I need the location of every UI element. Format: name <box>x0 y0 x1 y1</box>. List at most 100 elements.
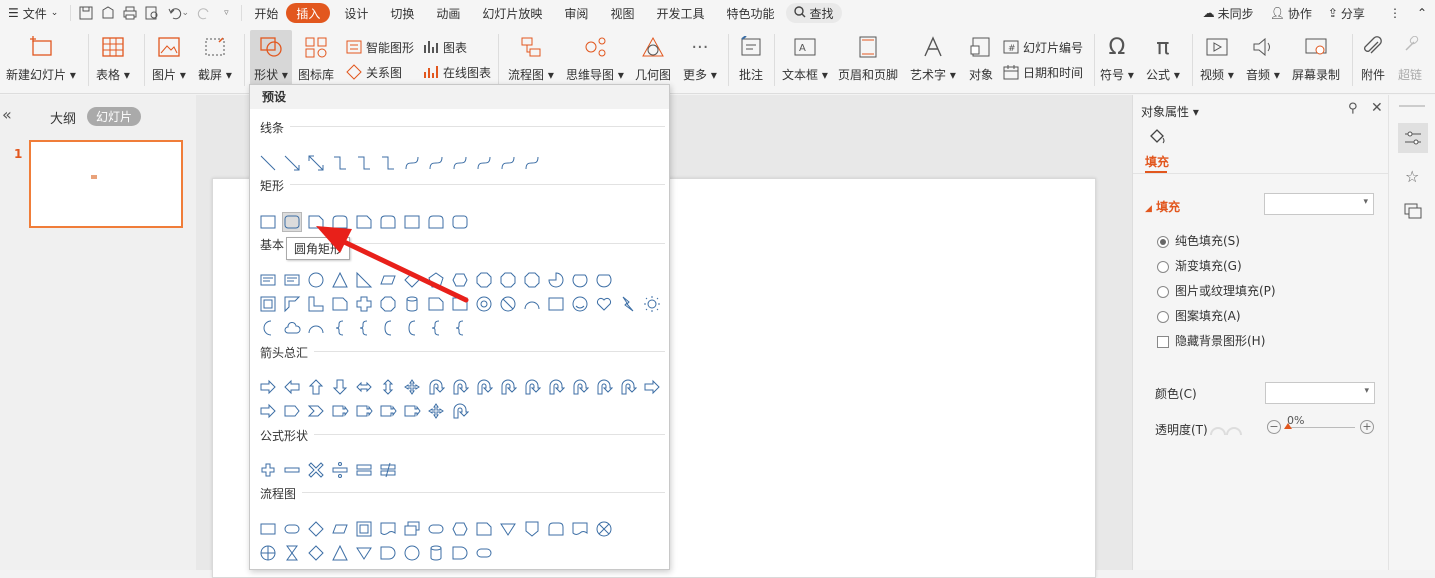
shape-callout-icon[interactable] <box>354 401 374 421</box>
transparency-increase[interactable]: + <box>1360 420 1374 434</box>
search-box[interactable]: 查找 <box>786 3 842 23</box>
customize-icon[interactable]: ▿ <box>215 2 237 24</box>
shape-ellipse-icon[interactable] <box>402 543 422 563</box>
sync-status[interactable]: ☁ 未同步 <box>1195 0 1262 26</box>
flowchart-button[interactable]: 流程图 ▾ <box>508 32 554 83</box>
shape-fdoc-icon[interactable] <box>570 519 590 539</box>
shape-curve-icon[interactable] <box>474 153 494 173</box>
shape-can-icon[interactable] <box>426 543 446 563</box>
file-menu[interactable]: ☰ 文件 ⌄ <box>0 0 66 26</box>
tab-insert[interactable]: 插入 <box>286 3 331 23</box>
shape-bracket-icon[interactable] <box>402 318 422 338</box>
shape-round1-icon[interactable] <box>546 519 566 539</box>
shape-eqplus-icon[interactable] <box>258 460 278 480</box>
shape-textbox-icon[interactable] <box>258 270 278 290</box>
wordart-button[interactable]: 艺术字 ▾ <box>910 32 956 83</box>
tab-special[interactable]: 特色功能 <box>718 0 782 26</box>
radio-pattern[interactable] <box>1157 310 1169 323</box>
datetime-button[interactable]: 日期和时间 <box>1002 63 1083 81</box>
shape-fterm-icon[interactable] <box>426 519 446 539</box>
shape-ellipse-icon[interactable] <box>306 270 326 290</box>
shape-rrect-icon[interactable] <box>282 212 302 232</box>
option-picture-fill[interactable]: 图片或纹理填充(P) <box>1157 282 1276 299</box>
shape-round1-icon[interactable] <box>330 212 350 232</box>
shape-hex-icon[interactable] <box>450 270 470 290</box>
undo-icon[interactable]: ⌄ <box>163 2 193 24</box>
shape-snip-icon[interactable] <box>426 294 446 314</box>
shape-para-icon[interactable] <box>378 270 398 290</box>
shape-hex-icon[interactable] <box>450 519 470 539</box>
screen-record-button[interactable]: 屏幕录制 <box>1292 32 1340 83</box>
shape-pent-icon[interactable] <box>426 270 446 290</box>
shape-arrowLR-icon[interactable] <box>354 377 374 397</box>
shape-oct-icon[interactable] <box>522 270 542 290</box>
shape-line-icon[interactable] <box>258 153 278 173</box>
star-icon[interactable]: ☆ <box>1405 167 1419 186</box>
shape-diamond-icon[interactable] <box>306 543 326 563</box>
tab-fill[interactable]: 填充 <box>1145 153 1169 170</box>
relation-button[interactable]: 关系图 <box>345 63 402 81</box>
preview-icon[interactable] <box>141 2 163 24</box>
slide-number-button[interactable]: # 幻灯片编号 <box>1002 38 1083 56</box>
more-options-icon[interactable]: ⋮ <box>1381 0 1409 26</box>
audio-button[interactable]: 音频 ▾ <box>1246 32 1280 83</box>
shape-pentagon-icon[interactable] <box>282 401 302 421</box>
option-solid-fill[interactable]: 纯色填充(S) <box>1157 232 1240 249</box>
shape-snip-icon[interactable] <box>354 212 374 232</box>
shape-frame-icon[interactable] <box>354 519 374 539</box>
gallery-button[interactable]: 图标库 <box>298 32 334 83</box>
tab-transition[interactable]: 切换 <box>382 0 422 26</box>
shape-arrowline-icon[interactable] <box>282 153 302 173</box>
shape-arrowL-icon[interactable] <box>282 377 302 397</box>
radio-picture[interactable] <box>1157 285 1169 298</box>
collapse-pane-icon[interactable]: « <box>2 105 12 124</box>
tab-animation[interactable]: 动画 <box>428 0 468 26</box>
shape-arrowUD-icon[interactable] <box>378 377 398 397</box>
shape-bracket-icon[interactable] <box>378 318 398 338</box>
shape-curve-icon[interactable] <box>522 153 542 173</box>
shape-brace-icon[interactable] <box>330 318 350 338</box>
shape-uturn-icon[interactable] <box>450 377 470 397</box>
shape-chord-icon[interactable] <box>570 270 590 290</box>
hyperlink-button[interactable]: 超链 <box>1395 32 1425 83</box>
option-hide-background[interactable]: 隐藏背景图形(H) <box>1157 332 1265 349</box>
shape-arrowD-icon[interactable] <box>330 377 350 397</box>
geometry-button[interactable]: 几何图 <box>635 32 671 83</box>
radio-gradient[interactable] <box>1157 260 1169 273</box>
shape-fsum-icon[interactable] <box>594 519 614 539</box>
shape-lshape-icon[interactable] <box>306 294 326 314</box>
shape-rrect-icon[interactable] <box>450 212 470 232</box>
shape-hourglass-icon[interactable] <box>282 543 302 563</box>
shape-fmerge-icon[interactable] <box>354 543 374 563</box>
shape-eqeq-icon[interactable] <box>354 460 374 480</box>
save-icon[interactable] <box>75 2 97 24</box>
shape-quad-icon[interactable] <box>426 401 446 421</box>
shape-textbox-icon[interactable] <box>282 270 302 290</box>
mindmap-button[interactable]: 思维导图 ▾ <box>566 32 624 83</box>
shape-uturn-icon[interactable] <box>522 377 542 397</box>
shape-elbow-icon[interactable] <box>378 153 398 173</box>
header-footer-button[interactable]: 页眉和页脚 <box>838 32 898 83</box>
shape-callout-icon[interactable] <box>330 401 350 421</box>
pin-icon[interactable]: ⚲ <box>1348 101 1358 116</box>
online-chart-button[interactable]: 在线图表 <box>422 63 491 81</box>
shape-arrowR-icon[interactable] <box>258 377 278 397</box>
transition-icon[interactable] <box>1404 203 1422 222</box>
shape-arc-icon[interactable] <box>306 318 326 338</box>
shape-pie-icon[interactable] <box>546 270 566 290</box>
shape-eqne-icon[interactable] <box>378 460 398 480</box>
shape-eqminus-icon[interactable] <box>282 460 302 480</box>
fill-tab-icon[interactable] <box>1147 128 1167 149</box>
chart-button[interactable]: 图表 <box>422 38 467 56</box>
shape-elbow-icon[interactable] <box>330 153 350 173</box>
shape-callout-icon[interactable] <box>402 401 422 421</box>
shape-rect-icon[interactable] <box>450 294 470 314</box>
shape-sun-icon[interactable] <box>642 294 662 314</box>
slider-handle[interactable] <box>1284 423 1292 429</box>
shape-curve-icon[interactable] <box>450 153 470 173</box>
shape-fdoc-icon[interactable] <box>378 519 398 539</box>
collapse-ribbon-icon[interactable]: ⌃ <box>1409 0 1435 26</box>
shape-uturn-icon[interactable] <box>546 377 566 397</box>
tab-home[interactable]: 开始 <box>246 0 286 26</box>
tab-developer[interactable]: 开发工具 <box>648 0 712 26</box>
